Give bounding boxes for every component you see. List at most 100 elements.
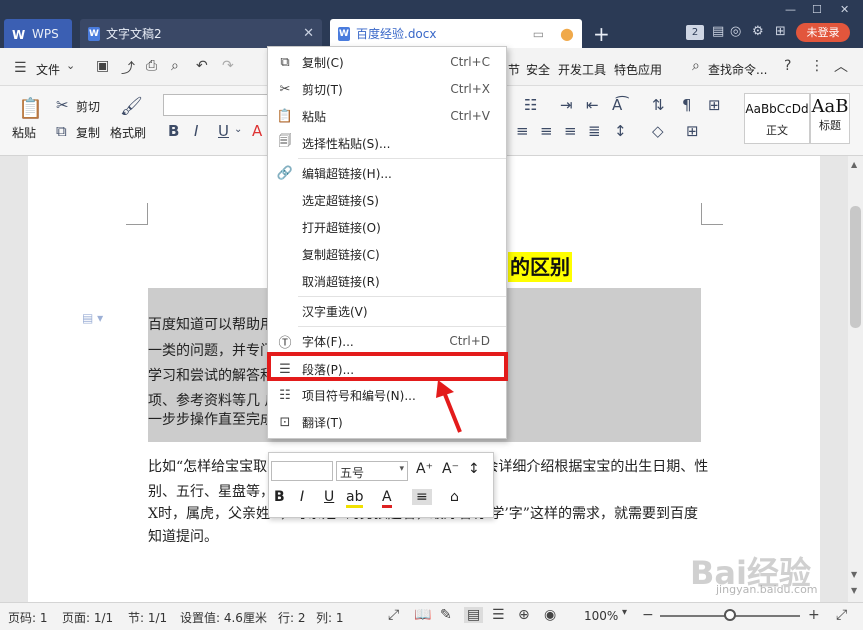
ctx-reselect-chinese[interactable]: 汉字重选(V) xyxy=(268,298,506,324)
outdent-icon[interactable]: ⇤ xyxy=(586,96,599,114)
line-spacing-icon[interactable]: ↕ xyxy=(614,122,627,140)
help-icon[interactable]: ? xyxy=(784,58,791,74)
font-name-select[interactable] xyxy=(163,94,269,116)
print-preview-icon[interactable]: ⌕ xyxy=(171,58,179,74)
settings-icon[interactable]: ⚙ xyxy=(752,24,764,39)
decrease-font-icon[interactable]: A⁻ xyxy=(442,461,459,477)
grid-icon[interactable]: ⊞ xyxy=(775,24,786,39)
ctx-remove-hyperlink[interactable]: 取消超链接(R) xyxy=(268,268,506,294)
scrollbar-thumb[interactable] xyxy=(850,206,861,328)
menu-section[interactable]: 节 xyxy=(508,61,520,78)
chevron-down-icon[interactable]: ⌄ xyxy=(66,59,75,72)
tab-wps-home[interactable]: W WPS xyxy=(4,19,72,48)
ctx-paste[interactable]: 📋 粘贴 Ctrl+V xyxy=(268,103,506,129)
ctx-translate[interactable]: ⊡ 翻译(T) xyxy=(268,409,506,435)
maximize-icon[interactable]: ☐ xyxy=(812,3,822,16)
monitor-icon[interactable]: ▭ xyxy=(533,27,544,41)
show-marks-icon[interactable]: ¶ xyxy=(682,96,692,114)
menu-special-apps[interactable]: 特色应用 xyxy=(614,61,662,78)
chevron-down-icon[interactable]: ▾ xyxy=(622,607,627,618)
justify-icon[interactable]: ≣ xyxy=(588,122,601,140)
close-tab-icon[interactable]: ✕ xyxy=(303,26,314,41)
align-center-icon[interactable]: ≡ xyxy=(540,122,553,140)
fullscreen-icon[interactable]: ⤢ xyxy=(388,607,399,623)
fit-window-icon[interactable]: ⤢ xyxy=(836,607,847,623)
copy-button[interactable]: 复制 xyxy=(76,124,100,141)
search-command[interactable]: 查找命令... xyxy=(708,61,767,78)
hamburger-icon[interactable]: ☰ xyxy=(14,60,27,76)
more-icon[interactable]: ⋮ xyxy=(810,58,824,74)
ctx-open-hyperlink[interactable]: 打开超链接(O) xyxy=(268,214,506,240)
zoom-slider-handle[interactable] xyxy=(724,609,736,621)
paragraph-options-icon[interactable]: ▤ ▾ xyxy=(82,311,103,325)
menu-security[interactable]: 安全 xyxy=(526,61,550,78)
zoom-out-icon[interactable]: − xyxy=(642,607,654,623)
mini-italic-icon[interactable]: I xyxy=(300,489,304,505)
print-icon[interactable]: ⎙ xyxy=(146,58,157,74)
cut-button[interactable]: 剪切 xyxy=(76,98,100,115)
reading-mode-icon[interactable]: 📖 xyxy=(414,607,431,623)
tab-count-badge[interactable]: 2 xyxy=(686,25,704,40)
ctx-edit-hyperlink[interactable]: 🔗 编辑超链接(H)... xyxy=(268,160,506,186)
page-view-icon[interactable]: ▤ xyxy=(464,607,484,623)
status-section[interactable]: 节: 1/1 xyxy=(128,609,167,626)
shading-icon[interactable]: ◇ xyxy=(652,122,664,140)
mini-bold-icon[interactable]: B xyxy=(274,489,285,505)
menu-icon[interactable]: ▤ xyxy=(712,24,724,39)
chevron-down-icon[interactable]: ⌄ xyxy=(234,124,242,135)
export-icon[interactable]: ⤴ xyxy=(121,58,135,78)
sort-icon[interactable]: ⇅ xyxy=(652,96,665,114)
redo-icon[interactable]: ↷ xyxy=(222,58,234,74)
scroll-down-icon[interactable]: ▼ xyxy=(851,586,857,595)
italic-icon[interactable]: I xyxy=(194,122,198,140)
eye-protection-icon[interactable]: ◉ xyxy=(544,607,556,623)
text-direction-icon[interactable]: A͡ xyxy=(612,96,622,114)
format-painter-button[interactable]: 格式刷 xyxy=(110,124,146,141)
strikethrough-icon[interactable]: A xyxy=(252,122,262,140)
underline-icon[interactable]: U xyxy=(218,122,229,140)
document-heading[interactable]: 的区别 xyxy=(508,252,572,282)
scroll-up-icon[interactable]: ▲ xyxy=(851,160,857,169)
collapse-ribbon-icon[interactable]: ︿ xyxy=(834,56,848,76)
save-icon[interactable]: ▣ xyxy=(96,58,109,74)
status-page-number[interactable]: 页码: 1 xyxy=(8,609,48,626)
tab-active-document[interactable]: W 百度经验.docx ▭ ● xyxy=(330,19,582,48)
paste-button[interactable]: 粘贴 xyxy=(12,124,36,141)
align-left-icon[interactable]: ≡ xyxy=(516,122,529,140)
login-button[interactable]: 未登录 xyxy=(796,23,850,42)
skin-icon[interactable]: ◎ xyxy=(730,24,741,39)
align-right-icon[interactable]: ≡ xyxy=(564,122,577,140)
body-text-line[interactable]: 知道提问。 xyxy=(148,526,218,546)
menu-developer-tools[interactable]: 开发工具 xyxy=(558,61,606,78)
ctx-cut[interactable]: ✂ 剪切(T) Ctrl+X xyxy=(268,76,506,102)
tab-document-2[interactable]: W 文字文稿2 ✕ xyxy=(80,19,322,48)
status-column[interactable]: 列: 1 xyxy=(316,609,344,626)
ctx-select-hyperlink[interactable]: 选定超链接(S) xyxy=(268,187,506,213)
unsaved-dot-icon[interactable]: ● xyxy=(560,24,574,43)
zoom-in-icon[interactable]: + xyxy=(808,607,820,623)
zoom-level[interactable]: 100% xyxy=(584,609,618,623)
ctx-copy-hyperlink[interactable]: 复制超链接(C) xyxy=(268,241,506,267)
mini-underline-icon[interactable]: U xyxy=(324,489,334,505)
ctx-copy[interactable]: ⧉ 复制(C) Ctrl+C xyxy=(268,49,506,75)
close-window-icon[interactable]: ✕ xyxy=(840,3,849,16)
status-page-count[interactable]: 页面: 1/1 xyxy=(62,609,113,626)
ctx-font[interactable]: Ⓣ 字体(F)... Ctrl+D xyxy=(268,328,506,354)
table-insert-icon[interactable]: ⊞ xyxy=(708,96,721,114)
minimize-icon[interactable]: — xyxy=(785,3,796,16)
numbered-list-icon[interactable]: ☷ xyxy=(524,96,537,114)
format-painter-icon[interactable]: 🖌 xyxy=(120,96,143,117)
menu-file[interactable]: 文件 xyxy=(36,61,60,78)
mini-font-name-select[interactable] xyxy=(271,461,333,481)
new-tab-button[interactable]: + xyxy=(593,22,610,46)
mini-font-size-select[interactable]: 五号 ▾ xyxy=(336,461,408,481)
ctx-bullets-numbering[interactable]: ☷ 项目符号和编号(N)... xyxy=(268,382,506,408)
indent-icon[interactable]: ⇥ xyxy=(560,96,573,114)
style-heading[interactable]: AaB 标题 xyxy=(810,93,850,144)
bold-icon[interactable]: B xyxy=(168,122,179,140)
ctx-paste-special[interactable]: 🗐 选择性粘贴(S)... xyxy=(268,130,506,156)
line-spacing-icon[interactable]: ↕ xyxy=(468,461,480,477)
style-normal[interactable]: AaBbCcDd 正文 xyxy=(744,93,810,144)
highlight-color-icon[interactable]: ab xyxy=(346,489,364,508)
status-row[interactable]: 行: 2 xyxy=(278,609,306,626)
